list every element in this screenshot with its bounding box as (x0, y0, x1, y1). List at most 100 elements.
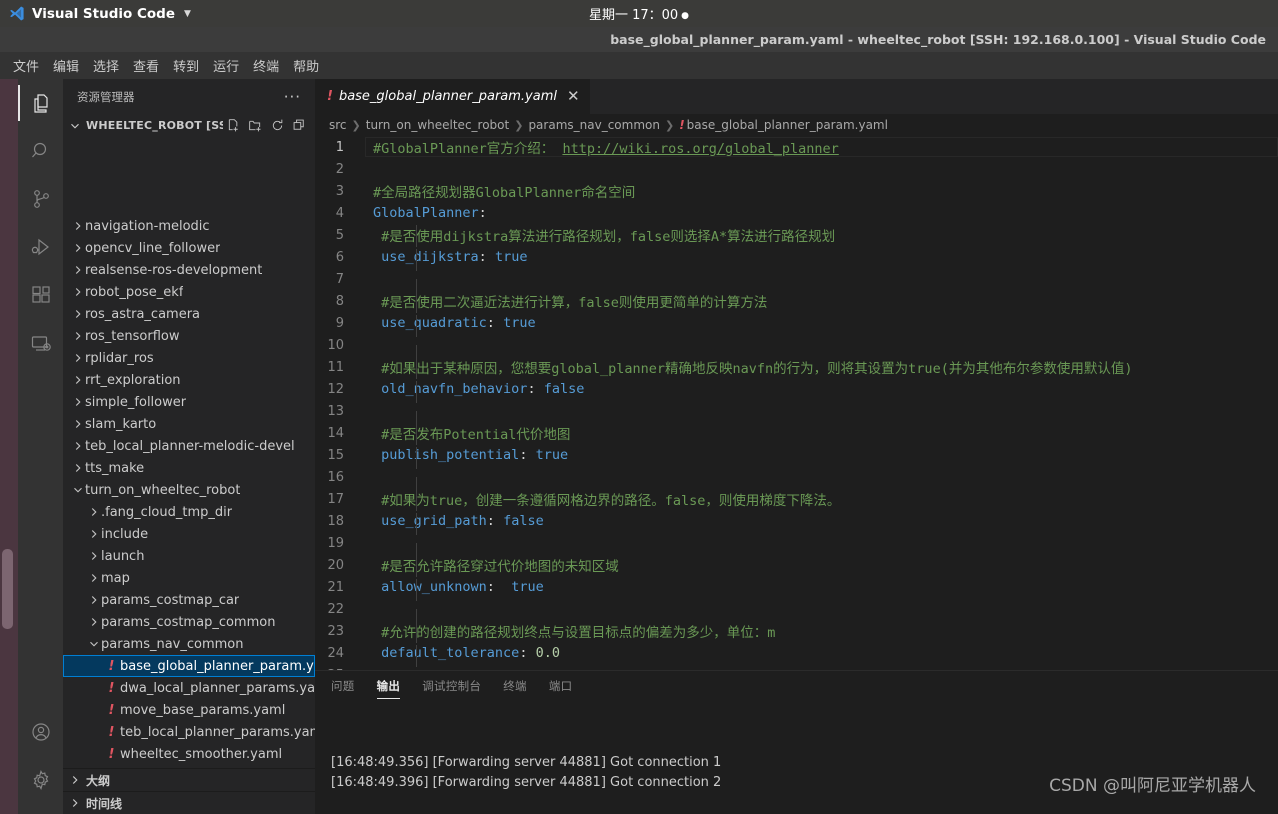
code-text[interactable]: #如果出于某种原因，您想要global_planner精确地反映navfn的行为… (365, 357, 1278, 379)
explorer-icon[interactable] (18, 79, 63, 127)
code-text[interactable]: use_grid_path: false (365, 513, 1278, 535)
tree-item[interactable]: rrt_exploration (63, 369, 315, 391)
tree-item[interactable]: ros_tensorflow (63, 325, 315, 347)
sidebar-section-0[interactable]: 大纲 (63, 768, 315, 791)
code-text[interactable]: #是否使用dijkstra算法进行路径规划，false则选择A*算法进行路径规划 (365, 225, 1278, 247)
code-line[interactable]: 12 old_navfn_behavior: false (315, 378, 1278, 403)
tree-item[interactable]: ! teb_local_planner_params.yaml (63, 721, 315, 743)
ubuntu-app-menu[interactable]: Visual Studio Code ▼ (0, 5, 191, 22)
breadcrumb-item[interactable]: src (329, 118, 347, 132)
code-line[interactable]: 23 #允许的创建的路径规划终点与设置目标点的偏差为多少，单位：m (315, 620, 1278, 643)
tree-item[interactable]: opencv_line_follower (63, 237, 315, 259)
chevron-right-icon[interactable] (71, 241, 85, 255)
code-line[interactable]: 5 #是否使用dijkstra算法进行路径规划，false则选择A*算法进行路径… (315, 224, 1278, 247)
code-line[interactable]: 9 use_quadratic: true (315, 312, 1278, 337)
menu-item-6[interactable]: 终端 (246, 53, 286, 78)
tree-item[interactable]: turn_on_wheeltec_robot (63, 479, 315, 501)
menu-item-5[interactable]: 运行 (206, 53, 246, 78)
sidebar-section-1[interactable]: 时间线 (63, 791, 315, 814)
panel-tab-1[interactable]: 输出 (376, 671, 401, 701)
new-file-icon[interactable] (226, 118, 241, 133)
chevron-right-icon[interactable] (71, 307, 85, 321)
code-line[interactable]: 1 #GlobalPlanner官方介绍： http://wiki.ros.org… (315, 136, 1278, 158)
chevron-right-icon[interactable] (71, 263, 85, 277)
tree-item[interactable]: params_costmap_common (63, 611, 315, 633)
code-line[interactable]: 6 use_dijkstra: true (315, 246, 1278, 271)
code-text[interactable]: old_navfn_behavior: false (365, 381, 1278, 403)
account-icon[interactable] (18, 708, 63, 756)
code-line[interactable]: 15 publish_potential: true (315, 444, 1278, 469)
chevron-right-icon[interactable] (87, 527, 101, 541)
code-text[interactable]: #是否允许路径穿过代价地图的未知区域 (365, 555, 1278, 577)
chevron-right-icon[interactable] (71, 373, 85, 387)
code-text[interactable]: #全局路径规划器GlobalPlanner命名空间 (365, 181, 1278, 201)
workspace-folder-header[interactable]: WHEELTEC_ROBOT [SS... (63, 114, 315, 137)
code-line[interactable]: 22 (315, 598, 1278, 631)
chevron-right-icon[interactable] (67, 796, 83, 810)
editor-tab[interactable]: ! base_global_planner_param.yaml ✕ (315, 79, 591, 114)
code-line[interactable]: 14 #是否发布Potential代价地图 (315, 422, 1278, 445)
tree-item[interactable]: ! wheeltec_smoother.yaml (63, 743, 315, 765)
tree-item[interactable]: ros_astra_camera (63, 303, 315, 325)
code-line[interactable]: 8 #是否使用二次逼近法进行计算，false则使用更简单的计算方法 (315, 290, 1278, 313)
chevron-right-icon[interactable] (67, 773, 83, 787)
chevron-right-icon[interactable] (71, 219, 85, 233)
run-debug-icon[interactable] (18, 223, 63, 271)
menu-item-4[interactable]: 转到 (166, 53, 206, 78)
ubuntu-clock[interactable]: 星期一 17：00 ● (0, 4, 1278, 23)
chevron-right-icon[interactable] (71, 285, 85, 299)
tree-item[interactable]: launch (63, 545, 315, 567)
code-line[interactable]: 20 #是否允许路径穿过代价地图的未知区域 (315, 554, 1278, 577)
menu-item-2[interactable]: 选择 (86, 53, 126, 78)
code-line[interactable]: 13 (315, 400, 1278, 433)
chevron-right-icon[interactable] (71, 395, 85, 409)
chevron-down-icon[interactable] (71, 483, 85, 497)
chevron-right-icon[interactable] (71, 351, 85, 365)
panel-tab-0[interactable]: 问题 (331, 671, 355, 701)
tree-item[interactable]: ! move_base_params.yaml (63, 699, 315, 721)
desktop-scrollbar[interactable] (2, 549, 13, 629)
menu-item-0[interactable]: 文件 (6, 53, 46, 78)
menu-item-7[interactable]: 帮助 (286, 53, 326, 78)
code-text[interactable]: #GlobalPlanner官方介绍： http://wiki.ros.org/… (365, 137, 1278, 157)
code-line[interactable]: 24 default_tolerance: 0.0 (315, 642, 1278, 667)
code-text[interactable]: #是否使用二次逼近法进行计算，false则使用更简单的计算方法 (365, 291, 1278, 313)
code-text[interactable]: default_tolerance: 0.0 (365, 645, 1278, 667)
code-line[interactable]: 10 (315, 334, 1278, 367)
chevron-down-icon[interactable]: ▼ (184, 9, 191, 19)
extensions-icon[interactable] (18, 271, 63, 319)
code-text[interactable]: #如果为true，创建一条遵循网格边界的路径。false，则使用梯度下降法。 (365, 489, 1278, 511)
code-line[interactable]: 7 (315, 268, 1278, 301)
code-text[interactable]: publish_potential: true (365, 447, 1278, 469)
chevron-down-icon[interactable] (67, 119, 83, 133)
explorer-more-actions-icon[interactable]: ··· (284, 88, 301, 106)
tree-item[interactable]: rplidar_ros (63, 347, 315, 369)
tree-item[interactable]: params_nav_common (63, 633, 315, 655)
code-text[interactable]: use_quadratic: true (365, 315, 1278, 337)
code-text[interactable]: #是否发布Potential代价地图 (365, 423, 1278, 445)
tree-item[interactable]: include (63, 523, 315, 545)
tree-item[interactable]: ! dwa_local_planner_params.yaml (63, 677, 315, 699)
collapse-all-icon[interactable] (292, 118, 307, 133)
new-folder-icon[interactable] (248, 118, 263, 133)
chevron-right-icon[interactable] (71, 329, 85, 343)
code-text[interactable]: use_dijkstra: true (365, 249, 1278, 271)
tree-item[interactable]: simple_follower (63, 391, 315, 413)
chevron-right-icon[interactable] (71, 461, 85, 475)
tree-item[interactable]: realsense-ros-development (63, 259, 315, 281)
tree-item[interactable]: navigation-melodic (63, 215, 315, 237)
code-line[interactable]: 3 #全局路径规划器GlobalPlanner命名空间 (315, 180, 1278, 202)
tree-item[interactable]: tts_make (63, 457, 315, 479)
tree-item[interactable]: .fang_cloud_tmp_dir (63, 501, 315, 523)
tree-item[interactable]: robot_pose_ekf (63, 281, 315, 303)
chevron-right-icon[interactable] (87, 571, 101, 585)
code-line[interactable]: 4 GlobalPlanner: (315, 202, 1278, 224)
menu-item-3[interactable]: 查看 (126, 53, 166, 78)
tree-item-selected[interactable]: ! base_global_planner_param.yaml (63, 655, 315, 677)
tree-item[interactable]: slam_karto (63, 413, 315, 435)
code-text[interactable]: GlobalPlanner: (365, 205, 1278, 221)
settings-gear-icon[interactable] (18, 756, 63, 804)
close-icon[interactable]: ✕ (567, 89, 580, 104)
panel-tab-2[interactable]: 调试控制台 (422, 671, 481, 701)
code-line[interactable]: 17 #如果为true，创建一条遵循网格边界的路径。false，则使用梯度下降法… (315, 488, 1278, 511)
